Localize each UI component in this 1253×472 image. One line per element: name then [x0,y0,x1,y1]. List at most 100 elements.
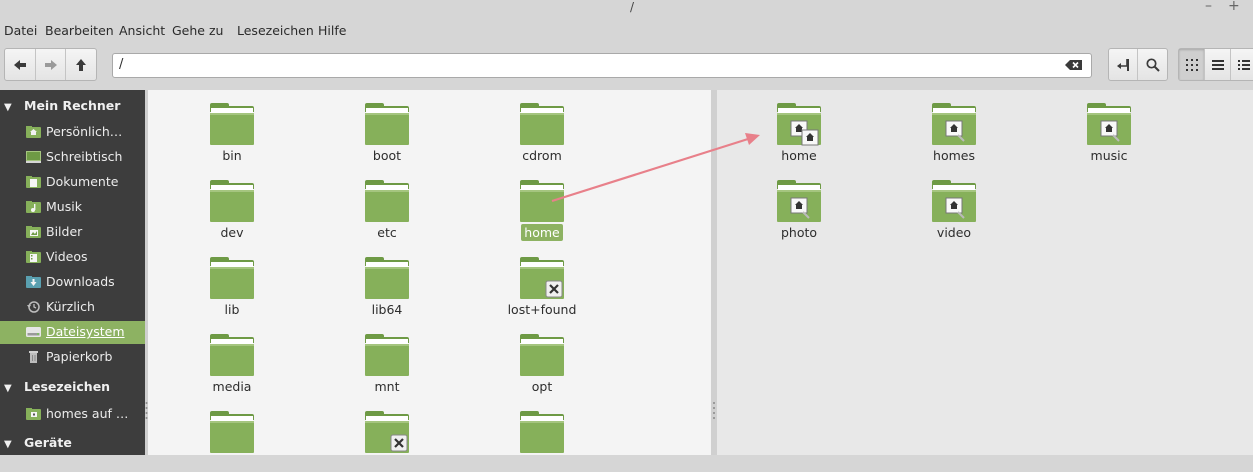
sidebar-item-videos[interactable]: Videos [0,246,145,269]
toolbar: / [0,44,1253,88]
location-bar[interactable]: / [112,53,1092,78]
folder-label: homes [933,148,975,163]
search-button[interactable] [1138,49,1167,80]
maximize-button[interactable]: + [1228,0,1240,14]
menu-gehe-zu[interactable]: Gehe zu [172,23,223,38]
compact-list-icon [1238,59,1251,70]
menu-hilfe[interactable]: Hilfe [318,23,346,38]
sidebar-section-lesezeichen[interactable]: ▼ Lesezeichen [4,379,110,394]
folder-item[interactable]: mnt [332,321,442,395]
sidebar-item-desktop[interactable]: Schreibtisch [0,146,145,169]
folder-item[interactable]: opt [487,321,597,395]
folder-name: dev [177,225,287,240]
navigation-buttons [4,48,97,81]
folder-item[interactable]: cdrom [487,90,597,164]
folder-item[interactable]: home [487,167,597,241]
folder-name: home [487,224,597,241]
sidebar-item-downloads[interactable]: Downloads [0,271,145,294]
grid-icon [1185,58,1198,71]
left-file-pane[interactable]: bin boot cdrom dev etc home lib lib64 lost+found… [148,90,711,455]
sidebar-item-label: Kürzlich [46,299,95,314]
menu-bar: Datei Bearbeiten Ansicht Gehe zu Lesezei… [0,21,1253,41]
folder-name: media [177,379,287,394]
up-button[interactable] [66,49,96,80]
sidebar-item-label: Dateisystem [46,324,125,339]
folder-item[interactable]: music [1054,90,1164,164]
folder-item[interactable]: home [744,90,854,164]
clear-icon[interactable] [1065,59,1083,75]
filesystem-icon [26,327,41,337]
home-folder-icon [26,126,41,138]
sidebar-item-recent[interactable]: Kürzlich [0,296,145,319]
sidebar-item-personal[interactable]: Persönlich… [0,121,145,144]
menu-lesezeichen[interactable]: Lesezeichen [237,23,314,38]
menu-datei[interactable]: Datei [4,23,37,38]
folder-name: video [899,225,1009,240]
folder-name: lib [177,302,287,317]
folder-label [539,455,545,472]
downloads-folder-icon [26,276,41,288]
sidebar-item-label: Papierkorb [46,349,113,364]
forward-button[interactable] [36,49,67,80]
list-view-button[interactable] [1205,49,1232,80]
icon-view-button[interactable] [1179,49,1206,80]
folder-item[interactable]: photo [744,167,854,241]
folder-label: etc [377,225,397,240]
sidebar-section-geraete[interactable]: ▼ Geräte [4,435,72,450]
search-icon [1145,57,1160,72]
location-input[interactable]: / [119,57,123,72]
section-label: Lesezeichen [24,379,111,394]
desktop-icon [26,151,41,163]
menu-ansicht[interactable]: Ansicht [119,23,165,38]
folder-item[interactable]: bin [177,90,287,164]
folder-item[interactable]: video [899,167,1009,241]
sidebar-item-filesystem[interactable]: Dateisystem [0,321,145,344]
right-file-pane[interactable]: home homes music photo video [717,90,1253,455]
folder-name [487,456,597,471]
folder-item[interactable]: etc [332,167,442,241]
sidebar-item-label: Dokumente [46,174,119,189]
list-icon [1211,59,1224,70]
folder-item[interactable]: boot [332,90,442,164]
section-label: Geräte [24,435,72,450]
compact-view-button[interactable] [1231,49,1253,80]
folder-label: lib64 [371,302,403,317]
menu-bearbeiten[interactable]: Bearbeiten [45,23,114,38]
folder-label: music [1090,148,1128,163]
folder-item[interactable]: lost+found [487,244,597,318]
folder-item[interactable]: lib [177,244,287,318]
folder-name: opt [487,379,597,394]
sidebar-item-documents[interactable]: Dokumente [0,171,145,194]
folder-item[interactable] [332,398,442,472]
location-tools [1108,48,1168,81]
folder-label: cdrom [522,148,562,163]
folder-name: cdrom [487,148,597,163]
folder-item[interactable]: homes [899,90,1009,164]
sidebar-item-label: homes auf … [46,406,129,421]
toggle-location-button[interactable] [1109,49,1138,80]
sidebar-item-music[interactable]: Musik [0,196,145,219]
sidebar-item-label: Musik [46,199,82,214]
folder-item[interactable] [177,398,287,472]
minimize-button[interactable]: – [1205,0,1212,14]
videos-folder-icon [26,251,41,263]
network-folder-icon [26,408,41,420]
back-button[interactable] [5,49,36,80]
folder-item[interactable] [487,398,597,472]
folder-label: photo [780,225,818,240]
folder-name: home [744,148,854,163]
arrow-right-icon [44,59,57,70]
sidebar-item-trash[interactable]: Papierkorb [0,346,145,369]
folder-label: bin [222,148,242,163]
folder-label: dev [220,225,244,240]
folder-name: music [1054,148,1164,163]
folder-item[interactable]: lib64 [332,244,442,318]
folder-name [332,456,442,471]
sidebar-item-pictures[interactable]: Bilder [0,221,145,244]
folder-item[interactable]: dev [177,167,287,241]
folder-name: boot [332,148,442,163]
folder-item[interactable]: media [177,321,287,395]
folder-name: lib64 [332,302,442,317]
sidebar-section-mein-rechner[interactable]: ▼ Mein Rechner [4,98,120,113]
sidebar-item-homes-bookmark[interactable]: homes auf … [0,403,145,426]
